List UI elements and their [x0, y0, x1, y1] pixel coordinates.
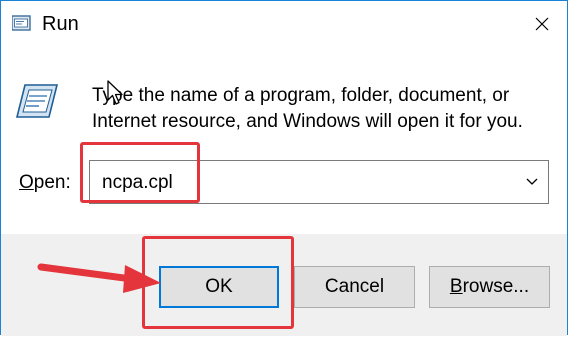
window-title: Run: [42, 13, 79, 35]
instruction-text: Type the name of a program, folder, docu…: [92, 83, 552, 135]
browse-label: rowse...: [462, 276, 530, 297]
mouse-cursor-icon: [107, 80, 123, 105]
browse-button[interactable]: Browse...: [429, 266, 550, 308]
close-icon[interactable]: [527, 9, 557, 39]
run-program-icon: [15, 84, 59, 118]
instruction-line-1: Type the name of a program, folder, docu…: [92, 85, 510, 106]
open-label: Open:: [19, 172, 71, 194]
run-app-icon: [12, 15, 31, 31]
instruction-line-2: Internet resource, and Windows will open…: [92, 111, 523, 132]
run-dialog: Run Type the name of a program, folder, …: [0, 0, 568, 336]
open-label-text: pen:: [33, 172, 71, 193]
annotation-arrow-icon: [37, 263, 161, 293]
chevron-down-icon[interactable]: [524, 175, 540, 189]
cancel-button[interactable]: Cancel: [294, 266, 415, 308]
input-highlight-box: [80, 142, 200, 203]
browse-accesskey: B: [449, 276, 463, 297]
open-label-accesskey: O: [19, 172, 34, 193]
title-bar: Run: [1, 1, 567, 47]
